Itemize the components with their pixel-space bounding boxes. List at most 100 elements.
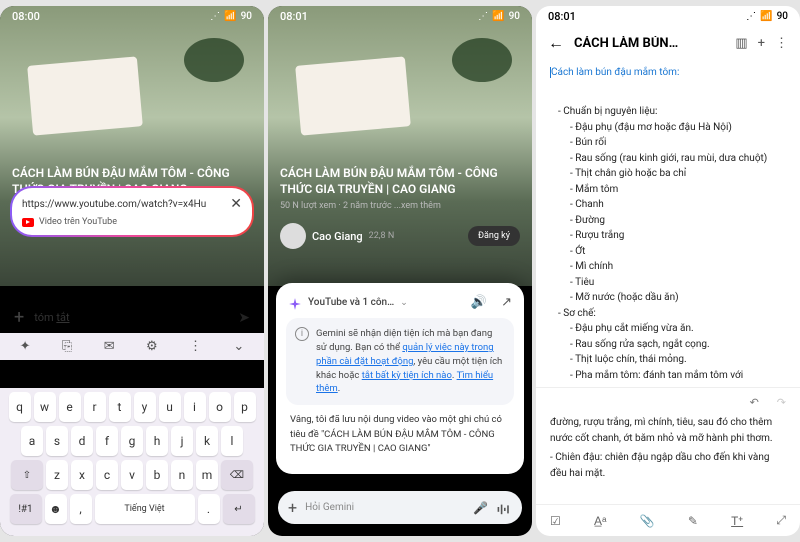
key[interactable]: . [198, 494, 220, 524]
status-bar: 08:00 ⋰ 📶 90 [0, 6, 264, 25]
screen-1: 08:00 ⋰📶90 CÁCH LÀM BÚN ĐẬU MẮM TÔM - CÔ… [0, 6, 264, 536]
key[interactable]: v [121, 460, 143, 490]
wifi-icon: ⋰ [210, 11, 220, 22]
input-text[interactable]: tóm tắt [34, 311, 228, 324]
key[interactable]: e [59, 392, 81, 422]
key[interactable]: f [96, 426, 118, 456]
back-icon[interactable]: ← [548, 33, 564, 53]
close-icon[interactable]: ✕ [230, 196, 242, 212]
note-title[interactable]: CÁCH LÀM BÚN… [574, 36, 725, 51]
status-bar: 08:01 ⋰📶90 [268, 6, 532, 25]
info-icon: i [295, 327, 309, 341]
kb-tool[interactable]: ⚙ [146, 339, 158, 354]
kb-tool[interactable]: ✦ [20, 339, 31, 354]
key[interactable]: w [34, 392, 56, 422]
avatar [280, 223, 306, 249]
gemini-header: YouTube và 1 côn…⌄ 🔊↗ [286, 293, 514, 318]
key[interactable]: y [134, 392, 156, 422]
key[interactable]: d [71, 426, 93, 456]
key[interactable]: l [221, 426, 243, 456]
key[interactable]: a [21, 426, 43, 456]
youtube-icon [22, 218, 34, 227]
text-format-icon[interactable]: A̲ᵃ [594, 514, 606, 528]
signal-icon: 📶 [224, 11, 236, 22]
wifi-icon: ⋰ [478, 11, 488, 22]
note-body[interactable]: Cách làm bún đậu mắm tôm: Chuẩn bị nguyê… [536, 61, 800, 504]
key[interactable]: s [46, 426, 68, 456]
key[interactable]: !#1 [10, 494, 42, 524]
key[interactable]: n [171, 460, 193, 490]
video-title[interactable]: CÁCH LÀM BÚN ĐẬU MẮM TÔM - CÔNG THỨC GIA… [268, 165, 532, 197]
key[interactable]: , [70, 494, 92, 524]
key[interactable]: g [121, 426, 143, 456]
checkbox-icon[interactable]: ☑ [550, 514, 561, 528]
url-text[interactable]: https://www.youtube.com/watch?v=x4Hu [22, 199, 224, 210]
key[interactable]: o [209, 392, 231, 422]
wifi-icon: ⋰ [746, 11, 756, 22]
youtube-chip[interactable]: Video trên YouTube [22, 217, 242, 227]
status-time: 08:00 [12, 10, 40, 23]
list-item: Rau sống rửa sạch, ngắt cọng. [570, 337, 786, 353]
gemini-input[interactable]: + Hỏi Gemini 🎤 [278, 491, 522, 524]
video-meta[interactable]: 50 N lượt xem · 2 năm trước ...xem thêm [268, 197, 532, 215]
key[interactable]: m [196, 460, 218, 490]
list-item: Bún rối [570, 135, 786, 151]
key[interactable]: Tiếng Việt [95, 494, 195, 524]
disable-link[interactable]: tắt bất kỳ tiện ích nào [362, 370, 452, 381]
key[interactable]: z [46, 460, 68, 490]
draw-icon[interactable]: ✎ [688, 514, 698, 528]
mic-icon[interactable]: 🎤 [473, 501, 488, 515]
battery-pct: 90 [509, 11, 520, 22]
list-item: Mắm tôm [570, 182, 786, 198]
key[interactable]: b [146, 460, 168, 490]
key[interactable]: r [84, 392, 106, 422]
key[interactable]: c [96, 460, 118, 490]
signal-icon: 📶 [492, 11, 504, 22]
list-item: Đường [570, 213, 786, 229]
key[interactable]: t [109, 392, 131, 422]
key[interactable]: ☻ [45, 494, 67, 524]
battery-pct: 90 [241, 11, 252, 22]
key[interactable]: x [71, 460, 93, 490]
list-item: Mỡ nước (hoặc dầu ăn) [570, 290, 786, 306]
input-placeholder: Hỏi Gemini [305, 502, 465, 513]
add-icon[interactable]: + [758, 36, 765, 51]
attach-icon[interactable]: 📎 [640, 514, 655, 528]
key[interactable]: h [146, 426, 168, 456]
key[interactable]: q [9, 392, 31, 422]
url-chip: https://www.youtube.com/watch?v=x4Hu ✕ V… [10, 186, 254, 237]
kb-tool[interactable]: ✉ [104, 339, 115, 354]
key[interactable]: i [184, 392, 206, 422]
list-item: Mì chính [570, 259, 786, 275]
plus-icon[interactable]: + [14, 307, 24, 328]
font-icon[interactable]: T⁺ [731, 514, 743, 528]
subscribe-button[interactable]: Đăng ký [468, 226, 520, 246]
live-icon[interactable] [496, 501, 512, 515]
kb-tool[interactable]: ⌄ [233, 339, 244, 354]
kb-tool[interactable]: ⎘ [62, 339, 72, 354]
key[interactable]: p [234, 392, 256, 422]
key[interactable]: ⌫ [221, 460, 253, 490]
channel-link[interactable]: Cao Giang22,8 N [280, 223, 394, 249]
key[interactable]: j [171, 426, 193, 456]
book-icon[interactable]: ▥ [735, 36, 747, 51]
key[interactable]: u [159, 392, 181, 422]
list-item: Pha mắm tôm: đánh tan mắm tôm với [570, 368, 786, 384]
undo-icon[interactable]: ↶ [750, 394, 759, 411]
chevron-down-icon[interactable]: ⌄ [400, 298, 408, 308]
key[interactable]: k [196, 426, 218, 456]
key[interactable]: ↵ [223, 494, 255, 524]
send-icon[interactable]: ➤ [238, 310, 250, 326]
key[interactable]: ⇧ [11, 460, 43, 490]
expand-icon[interactable]: ⤢ [776, 513, 786, 528]
plus-icon[interactable]: + [288, 498, 297, 517]
redo-icon[interactable]: ↷ [777, 394, 786, 411]
gemini-input-row: + tóm tắt ➤ [14, 307, 250, 328]
kb-toolbar: ✦ ⎘ ✉ ⚙ ⋮ ⌄ [0, 333, 264, 360]
volume-icon[interactable]: 🔊 [471, 295, 487, 310]
gemini-panel: YouTube và 1 côn…⌄ 🔊↗ i Gemini sẽ nhận d… [276, 283, 524, 474]
menu-icon[interactable]: ⋮ [775, 36, 788, 51]
open-icon[interactable]: ↗ [501, 295, 512, 310]
kb-tool[interactable]: ⋮ [189, 339, 202, 354]
battery-pct: 90 [777, 11, 788, 22]
